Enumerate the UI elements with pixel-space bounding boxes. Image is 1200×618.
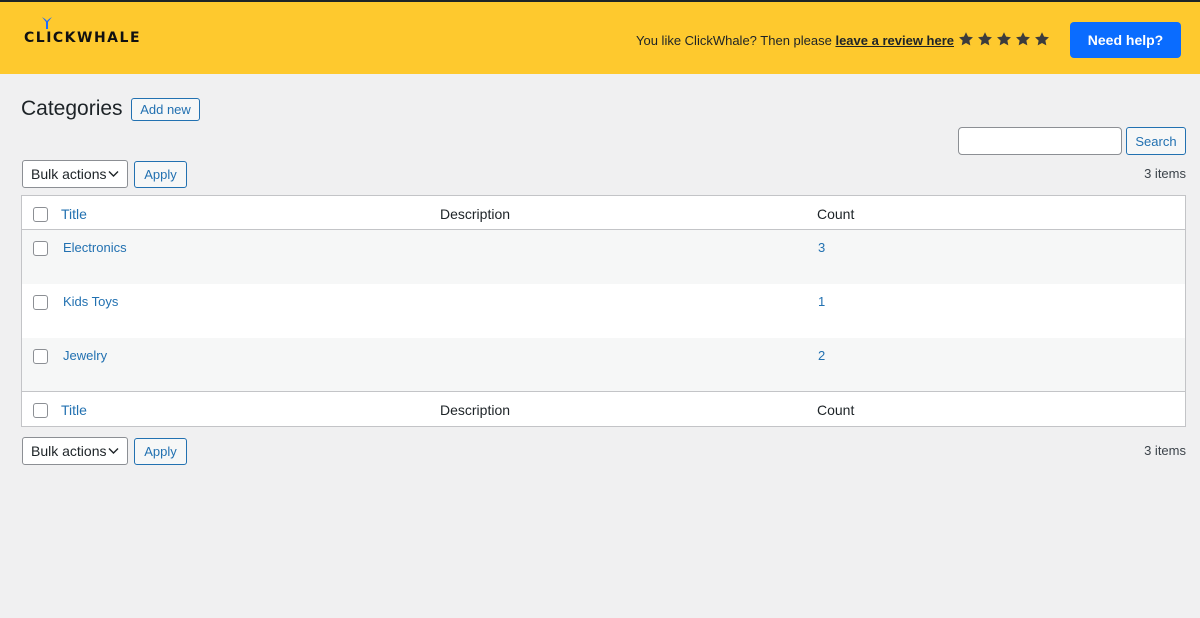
bulk-actions-label: Bulk actions [31,166,107,182]
add-new-button[interactable]: Add new [131,98,200,121]
search-button[interactable]: Search [1126,127,1186,155]
category-count-link[interactable]: 2 [818,348,825,363]
table-footer-row: Title Description Count [22,391,1185,426]
page-title: Categories [21,97,123,120]
apply-button[interactable]: Apply [134,438,187,465]
star-icon [1016,32,1030,46]
star-icon [997,32,1011,46]
table-row: Jewelry 2 [22,338,1185,391]
table-row: Electronics 3 [22,230,1185,284]
top-banner: CLICKWHALE You like ClickWhale? Then ple… [0,0,1200,74]
review-message: You like ClickWhale? Then please leave a… [636,33,954,48]
column-description: Description [440,206,511,222]
leave-review-link[interactable]: leave a review here [835,33,954,48]
column-title-sort[interactable]: Title [61,402,87,418]
category-count-link[interactable]: 3 [818,240,825,255]
review-prefix: You like ClickWhale? Then please [636,33,832,48]
row-checkbox[interactable] [33,295,48,310]
whale-tail-icon [42,17,52,29]
item-count: 3 items [1144,443,1186,458]
column-title-sort[interactable]: Title [61,206,87,222]
category-title-link[interactable]: Jewelry [63,348,107,363]
categories-table: Title Description Count Electronics 3 Ki… [21,195,1186,427]
select-all-checkbox[interactable] [33,207,48,222]
chevron-down-icon [108,448,119,454]
table-header-row: Title Description Count [22,196,1185,230]
column-count: Count [817,402,855,418]
table-row: Kids Toys 1 [22,284,1185,338]
bulk-actions-label: Bulk actions [31,443,107,459]
category-count-link[interactable]: 1 [818,294,825,309]
column-description: Description [440,402,511,418]
star-icon [1035,32,1049,46]
item-count: 3 items [1144,166,1186,181]
bulk-actions-select[interactable]: Bulk actions [22,437,128,465]
row-checkbox[interactable] [33,349,48,364]
rating-stars[interactable] [958,30,1050,48]
clickwhale-logo[interactable]: CLICKWHALE [24,30,141,46]
need-help-button[interactable]: Need help? [1070,22,1181,58]
bulk-actions-select[interactable]: Bulk actions [22,160,128,188]
column-count: Count [817,206,855,222]
star-icon [959,32,973,46]
search-input[interactable] [958,127,1122,155]
category-title-link[interactable]: Kids Toys [63,294,118,309]
select-all-checkbox[interactable] [33,403,48,418]
chevron-down-icon [108,171,119,177]
row-checkbox[interactable] [33,241,48,256]
apply-button[interactable]: Apply [134,161,187,188]
category-title-link[interactable]: Electronics [63,240,127,255]
star-icon [978,32,992,46]
